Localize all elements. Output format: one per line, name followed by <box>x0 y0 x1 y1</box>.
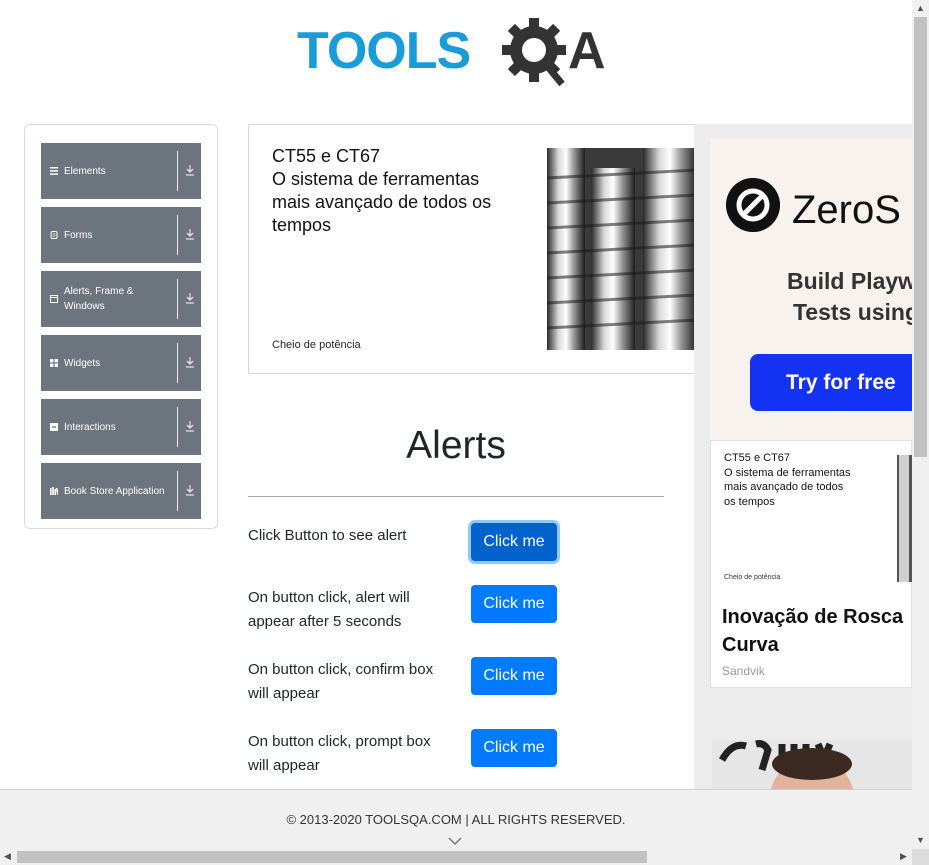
tool-photo-image <box>897 455 912 582</box>
ad-tagline: Cheio de potência <box>272 339 361 351</box>
timer-alert-button[interactable]: Click me <box>471 585 557 623</box>
footer-copyright: © 2013-2020 TOOLSQA.COM | ALL RIGHTS RES… <box>286 812 626 827</box>
sandvik-banner-ad[interactable]: CT55 e CT67 O sistema de ferramentas mai… <box>248 124 702 374</box>
sidebar-item-label: Forms <box>64 229 93 241</box>
sidebar-item-alerts-frame-windows[interactable]: Alerts, Frame & Windows <box>41 271 201 327</box>
confirm-row-label: On button click, confirm box will appear <box>248 661 434 702</box>
sidebar-item-label: Alerts, Frame & Windows <box>64 286 134 312</box>
sidebar-item-label: Elements <box>64 165 106 177</box>
zerostep-subtitle: Build Playwr Tests using <box>746 266 912 328</box>
scrollbar-corner <box>912 849 929 865</box>
zerostep-ad[interactable]: ZeroS Build Playwr Tests using Try for f… <box>710 138 912 440</box>
sidebar-item-label: Book Store Application <box>64 485 165 497</box>
sidebar-item-label: Widgets <box>64 357 101 369</box>
horizontal-scrollbar[interactable]: ◀ ▶ <box>0 849 912 865</box>
download-icon <box>186 485 194 496</box>
form-icon <box>50 231 58 239</box>
scroll-left-arrow-icon[interactable]: ◀ <box>4 852 11 861</box>
zerostep-logo-icon <box>726 178 780 232</box>
prompt-button[interactable]: Click me <box>471 729 557 767</box>
download-icon <box>186 421 194 432</box>
confirm-button[interactable]: Click me <box>471 657 557 695</box>
scroll-up-arrow-icon[interactable]: ▲ <box>916 4 925 13</box>
book-icon <box>50 487 58 495</box>
page-footer: © 2013-2020 TOOLSQA.COM | ALL RIGHTS RES… <box>0 789 912 850</box>
chevron-down-icon[interactable] <box>448 837 462 845</box>
divider <box>177 151 178 191</box>
sidebar-item-interactions[interactable]: Interactions <box>41 399 201 455</box>
toolsqa-logo[interactable]: TOOLS A <box>297 14 621 90</box>
interaction-icon <box>50 423 58 431</box>
alert-button[interactable]: Click me <box>471 523 557 561</box>
sidebar-item-elements[interactable]: Elements <box>41 143 201 199</box>
sandvik-side-ad[interactable]: CT55 e CT67 O sistema de ferramentas mai… <box>710 440 912 688</box>
ad-headline: CT55 e CT67 O sistema de ferramentas mai… <box>724 452 851 508</box>
download-icon <box>186 165 194 176</box>
divider <box>177 279 178 319</box>
timer-alert-row-label: On button click, alert will appear after… <box>248 589 410 630</box>
scroll-down-arrow-icon[interactable]: ▼ <box>916 836 925 845</box>
zerostep-brand: ZeroS <box>792 188 901 232</box>
sidebar-item-label: Interactions <box>64 421 116 433</box>
logo-graphic: TOOLS A <box>297 18 606 87</box>
zerostep-subtitle-line2: Tests using <box>792 299 912 325</box>
alert-row-label: Click Button to see alert <box>248 527 407 544</box>
window-icon <box>50 295 58 303</box>
sidebar-item-widgets[interactable]: Widgets <box>41 335 201 391</box>
divider <box>177 471 178 511</box>
download-icon <box>186 293 194 304</box>
horizontal-scroll-thumb[interactable] <box>17 851 647 863</box>
download-icon <box>186 229 194 240</box>
grid-icon <box>50 359 58 367</box>
ad-title: Inovação de Rosca Curva <box>722 606 904 656</box>
divider <box>177 343 178 383</box>
prompt-row-label: On button click, prompt box will appear <box>248 733 431 774</box>
sidebar-item-forms[interactable]: Forms <box>41 207 201 263</box>
try-for-free-button[interactable]: Try for free <box>750 354 912 411</box>
tool-photo-image <box>547 148 697 350</box>
divider <box>177 407 178 447</box>
ad-headline: CT55 e CT67 O sistema de ferramentas mai… <box>272 146 492 235</box>
svg-text:A: A <box>568 22 606 80</box>
vertical-scrollbar[interactable]: ▲ ▼ <box>912 0 929 849</box>
oreilly-ad-image[interactable] <box>712 740 912 789</box>
vertical-scroll-thumb[interactable] <box>914 17 927 457</box>
divider <box>177 215 178 255</box>
download-icon <box>186 357 194 368</box>
sidebar-menu: Elements Forms Alerts, Frame & Windows W… <box>24 124 218 529</box>
page-title: Alerts <box>406 424 506 467</box>
right-ad-column: ZeroS Build Playwr Tests using Try for f… <box>694 124 912 789</box>
svg-text:TOOLS: TOOLS <box>297 22 470 80</box>
scroll-right-arrow-icon[interactable]: ▶ <box>900 852 907 861</box>
ad-tagline: Cheio de potência <box>724 574 781 581</box>
divider <box>248 496 664 497</box>
zerostep-subtitle-line1: Build Playwr <box>786 268 912 294</box>
hamburger-icon <box>50 167 58 175</box>
sidebar-item-book-store-application[interactable]: Book Store Application <box>41 463 201 519</box>
ad-brand: Sandvik <box>722 664 765 678</box>
